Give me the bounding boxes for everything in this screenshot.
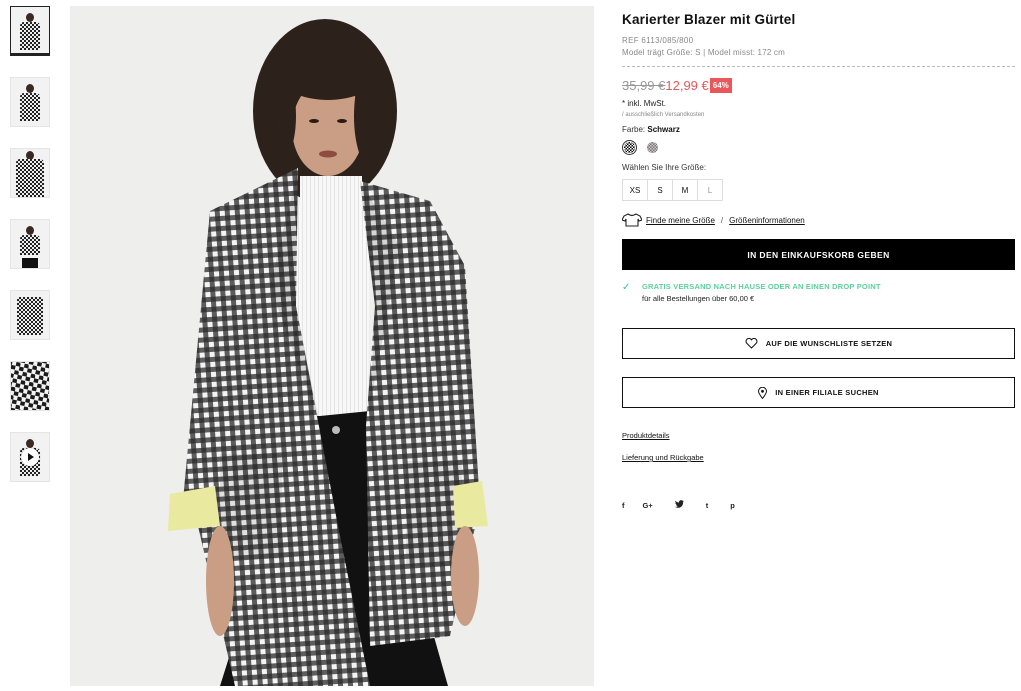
heart-icon: [745, 338, 758, 349]
price-row: 35,99 € 12,99 € 64%: [622, 78, 1015, 93]
size-option-s[interactable]: S: [647, 179, 673, 201]
size-option-m[interactable]: M: [672, 179, 698, 201]
thumb-figure-head: [26, 439, 34, 448]
twitter-icon[interactable]: [674, 500, 684, 510]
product-details-link[interactable]: Produktdetails: [622, 431, 1015, 440]
size-option-xs[interactable]: XS: [622, 179, 648, 201]
facebook-icon[interactable]: f: [622, 501, 625, 510]
social-share: f G+ t p: [622, 500, 1015, 510]
main-product-image[interactable]: [70, 6, 594, 686]
thumbnail-5[interactable]: [10, 290, 50, 340]
tshirt-icon: [622, 213, 642, 227]
google-plus-icon[interactable]: G+: [643, 501, 653, 510]
free-shipping-info: ✓ GRATIS VERSAND NACH HAUSE ODER AN EINE…: [622, 282, 1015, 303]
location-pin-icon: [758, 386, 768, 399]
color-swatches: [624, 142, 1015, 153]
thumbnail-video[interactable]: [10, 432, 50, 482]
thumbnail-4[interactable]: [10, 219, 50, 269]
wishlist-label: AUF DIE WUNSCHLISTE SETZEN: [765, 339, 893, 348]
color-value: Schwarz: [647, 125, 680, 134]
thumbnail-3[interactable]: [10, 148, 50, 198]
color-swatch-black[interactable]: [624, 142, 635, 153]
find-in-store-label: IN EINER FILIALE SUCHEN: [775, 388, 879, 397]
size-label: Wählen Sie Ihre Größe:: [622, 163, 707, 172]
thumb-figure-body: [20, 93, 40, 121]
play-icon[interactable]: [21, 448, 39, 466]
product-reference: REF 6113/085/800: [622, 36, 694, 45]
size-selector: XS S M L: [622, 179, 1015, 201]
divider: [622, 66, 1015, 67]
thumbnail-2[interactable]: [10, 77, 50, 127]
separator: /: [720, 215, 724, 225]
thumbnail-1[interactable]: [10, 6, 50, 56]
size-info-link[interactable]: Größeninformationen: [729, 216, 805, 225]
discount-badge: 64%: [709, 78, 732, 93]
check-icon: ✓: [622, 282, 631, 293]
old-price: 35,99 €: [622, 78, 666, 93]
thumb-garment: [17, 297, 43, 335]
tumblr-icon[interactable]: t: [706, 501, 709, 510]
sale-price: 12,99 €: [665, 78, 709, 93]
thumb-figure-body: [16, 159, 44, 197]
thumb-figure-head: [26, 84, 34, 93]
product-photo: [70, 6, 594, 686]
shipping-cost-note: / ausschließlich Versandkosten: [622, 112, 705, 118]
find-in-store-button[interactable]: IN EINER FILIALE SUCHEN: [622, 377, 1015, 408]
thumb-figure-legs: [22, 258, 38, 268]
thumbnail-6[interactable]: [10, 361, 50, 411]
tax-note: * inkl. MwSt.: [622, 99, 667, 108]
delivery-returns-link[interactable]: Lieferung und Rückgabe: [622, 453, 1015, 462]
find-my-size-link[interactable]: Finde meine Größe: [646, 216, 715, 225]
thumb-figure-body: [20, 22, 40, 50]
color-label: Farbe: Schwarz: [622, 125, 1015, 134]
product-info-panel: Karierter Blazer mit Gürtel REF 6113/085…: [622, 12, 1015, 510]
free-shipping-subtitle: für alle Bestellungen über 60,00 €: [642, 294, 755, 303]
pinterest-icon[interactable]: p: [730, 501, 735, 510]
thumb-figure-head: [26, 226, 34, 235]
size-guide-row: Finde meine Größe / Größeninformationen: [622, 213, 1015, 227]
thumbnail-list: [10, 6, 52, 503]
wishlist-button[interactable]: AUF DIE WUNSCHLISTE SETZEN: [622, 328, 1015, 359]
thumb-figure-head: [26, 13, 34, 22]
free-shipping-title: GRATIS VERSAND NACH HAUSE ODER AN EINEN …: [642, 282, 881, 291]
add-to-cart-button[interactable]: IN DEN EINKAUFSKORB GEBEN: [622, 239, 1015, 270]
thumb-fabric-closeup: [11, 362, 49, 410]
color-label-text: Farbe:: [622, 125, 646, 134]
size-option-l[interactable]: L: [697, 179, 723, 201]
color-swatch-grey[interactable]: [647, 142, 658, 153]
thumb-figure-body: [20, 235, 40, 255]
product-title: Karierter Blazer mit Gürtel: [622, 12, 796, 27]
model-info: Model trägt Größe: S | Model misst: 172 …: [622, 48, 785, 57]
